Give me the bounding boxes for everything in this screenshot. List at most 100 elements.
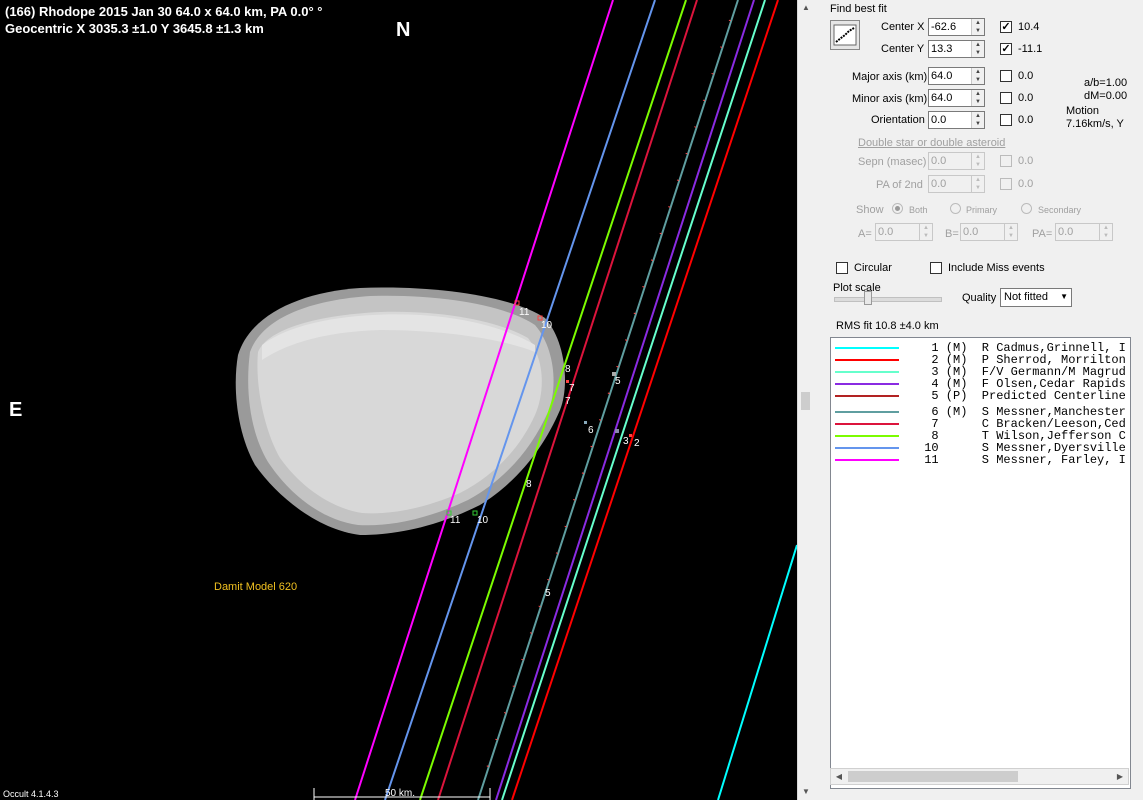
plot-vertical-scrollbar[interactable]: ▲ ▼ (797, 0, 814, 800)
spinner-arrows-icon[interactable]: ▲ ▼ (971, 19, 984, 35)
north-label: N (396, 19, 411, 41)
minor-axis-checkbox[interactable] (1000, 92, 1012, 104)
plot-scale-slider-track[interactable] (834, 297, 942, 302)
plot-canvas (235, 0, 797, 800)
observer-color-swatch (835, 383, 899, 385)
center-x-checkbox[interactable]: ✓ (1000, 21, 1012, 33)
observer-color-swatch (835, 395, 899, 397)
scroll-down-icon[interactable]: ▼ (798, 784, 814, 800)
chevron-down-icon: ▼ (1060, 292, 1068, 301)
plot-subtitle: Geocentric X 3035.3 ±1.0 Y 3645.8 ±1.3 k… (5, 21, 264, 36)
orientation-label: Orientation (871, 114, 925, 126)
chord-label: 10 (541, 320, 553, 331)
center-x-fit-value: 10.4 (1018, 21, 1040, 33)
quality-label: Quality (962, 292, 997, 304)
version-label: Occult 4.1.4.3 (3, 789, 59, 799)
show-label: Show (856, 204, 884, 216)
circular-label: Circular (854, 262, 892, 274)
fit-control-panel: Find best fit Center X -62.6 ▲ ▼ ✓ 10.4 C… (814, 0, 1143, 800)
pa2-label: PA of 2nd (876, 179, 923, 191)
scroll-thumb[interactable] (801, 392, 810, 410)
b-label: B= (945, 228, 959, 240)
scroll-thumb[interactable] (848, 771, 1018, 782)
spinner-arrows-icon[interactable]: ▲ ▼ (971, 153, 984, 169)
major-axis-checkbox[interactable] (1000, 70, 1012, 82)
include-miss-label: Include Miss events (948, 262, 1045, 274)
find-best-fit-label: Find best fit (830, 3, 887, 15)
center-x-input[interactable]: -62.6 ▲ ▼ (928, 18, 985, 36)
spinner-arrows-icon[interactable]: ▲ ▼ (1004, 224, 1017, 240)
center-y-checkbox[interactable]: ✓ (1000, 43, 1012, 55)
dm-value: dM=0.00 (1084, 90, 1128, 102)
motion-label: Motion (1066, 105, 1100, 117)
rms-fit-label: RMS fit 10.8 ±4.0 km (836, 320, 939, 332)
sepn-fit-value: 0.0 (1018, 155, 1034, 167)
east-label: E (9, 399, 23, 421)
center-y-input[interactable]: 13.3 ▲ ▼ (928, 40, 985, 58)
major-axis-label: Major axis (km) (852, 71, 928, 83)
chord-label: 8 (565, 364, 571, 375)
chord-label: 3 (623, 436, 629, 447)
spinner-arrows-icon[interactable]: ▲ ▼ (971, 41, 984, 57)
list-item[interactable]: 11 S Messner, Farley, I (831, 454, 1130, 466)
list-horizontal-scrollbar[interactable]: ◀ ▶ (830, 768, 1129, 785)
sepn-checkbox[interactable] (1000, 155, 1012, 167)
show-both-label: Both (909, 205, 928, 215)
show-secondary-radio[interactable] (1021, 203, 1032, 214)
observer-color-swatch (835, 347, 899, 349)
circular-checkbox[interactable] (836, 262, 848, 274)
major-axis-input[interactable]: 64.0 ▲ ▼ (928, 67, 985, 85)
include-miss-checkbox[interactable] (930, 262, 942, 274)
plot-title: (166) Rhodope 2015 Jan 30 64.0 x 64.0 km… (5, 4, 323, 19)
spinner-arrows-icon[interactable]: ▲ ▼ (971, 90, 984, 106)
chord-label: 6 (588, 425, 594, 436)
spinner-arrows-icon[interactable]: ▲ ▼ (971, 112, 984, 128)
chord-label: 7 (565, 396, 571, 407)
show-both-radio[interactable] (892, 203, 903, 214)
chord-label: 2 (634, 438, 640, 449)
minor-axis-input[interactable]: 64.0 ▲ ▼ (928, 89, 985, 107)
pa2-checkbox[interactable] (1000, 178, 1012, 190)
center-y-fit-value: -11.1 (1018, 43, 1043, 55)
observer-list[interactable]: 1 (M) R Cadmus,Grinnell, I 2 (M) P Sherr… (830, 337, 1131, 789)
sepn-input[interactable]: 0.0 ▲ ▼ (928, 152, 985, 170)
plot-scale-slider[interactable] (864, 291, 872, 305)
a-input[interactable]: 0.0 ▲ ▼ (875, 223, 933, 241)
spinner-arrows-icon[interactable]: ▲ ▼ (1099, 224, 1112, 240)
list-item[interactable]: 5 (P) Predicted Centerline (831, 390, 1130, 402)
chord-label: 5 (545, 588, 551, 599)
observer-entry-text: 11 S Messner, Farley, I (917, 453, 1126, 467)
a-label: A= (858, 228, 872, 240)
motion-value: 7.16km/s, Y (1066, 118, 1124, 130)
occultation-plot[interactable]: (166) Rhodope 2015 Jan 30 64.0 x 64.0 km… (0, 0, 797, 800)
b-input[interactable]: 0.0 ▲ ▼ (960, 223, 1018, 241)
orientation-input[interactable]: 0.0 ▲ ▼ (928, 111, 985, 129)
spinner-arrows-icon[interactable]: ▲ ▼ (971, 68, 984, 84)
pa-input[interactable]: 0.0 ▲ ▼ (1055, 223, 1113, 241)
observer-color-swatch (835, 435, 899, 437)
center-y-label: Center Y (881, 43, 925, 55)
orientation-checkbox[interactable] (1000, 114, 1012, 126)
quality-select[interactable]: Not fitted ▼ (1000, 288, 1072, 307)
sepn-label: Sepn (masec) (858, 156, 927, 168)
double-star-link[interactable]: Double star or double asteroid (858, 137, 1005, 149)
scroll-left-icon[interactable]: ◀ (831, 769, 847, 784)
pa-label: PA= (1032, 228, 1053, 240)
show-primary-radio[interactable] (950, 203, 961, 214)
observer-color-swatch (835, 359, 899, 361)
scroll-right-icon[interactable]: ▶ (1112, 769, 1128, 784)
observer-color-swatch (835, 423, 899, 425)
pa2-input[interactable]: 0.0 ▲ ▼ (928, 175, 985, 193)
find-best-fit-button[interactable] (830, 20, 860, 50)
spinner-arrows-icon[interactable]: ▲ ▼ (919, 224, 932, 240)
scroll-up-icon[interactable]: ▲ (798, 0, 814, 16)
plot-scale-label: Plot scale (833, 282, 881, 294)
chord-label: 8 (526, 479, 532, 490)
minor-axis-label: Minor axis (km) (852, 93, 928, 105)
chord-label: 5 (615, 376, 621, 387)
major-axis-fit-value: 0.0 (1018, 70, 1034, 82)
spinner-arrows-icon[interactable]: ▲ ▼ (971, 176, 984, 192)
show-primary-label: Primary (966, 205, 997, 215)
chord-label: 10 (477, 515, 489, 526)
observer-color-swatch (835, 459, 899, 461)
